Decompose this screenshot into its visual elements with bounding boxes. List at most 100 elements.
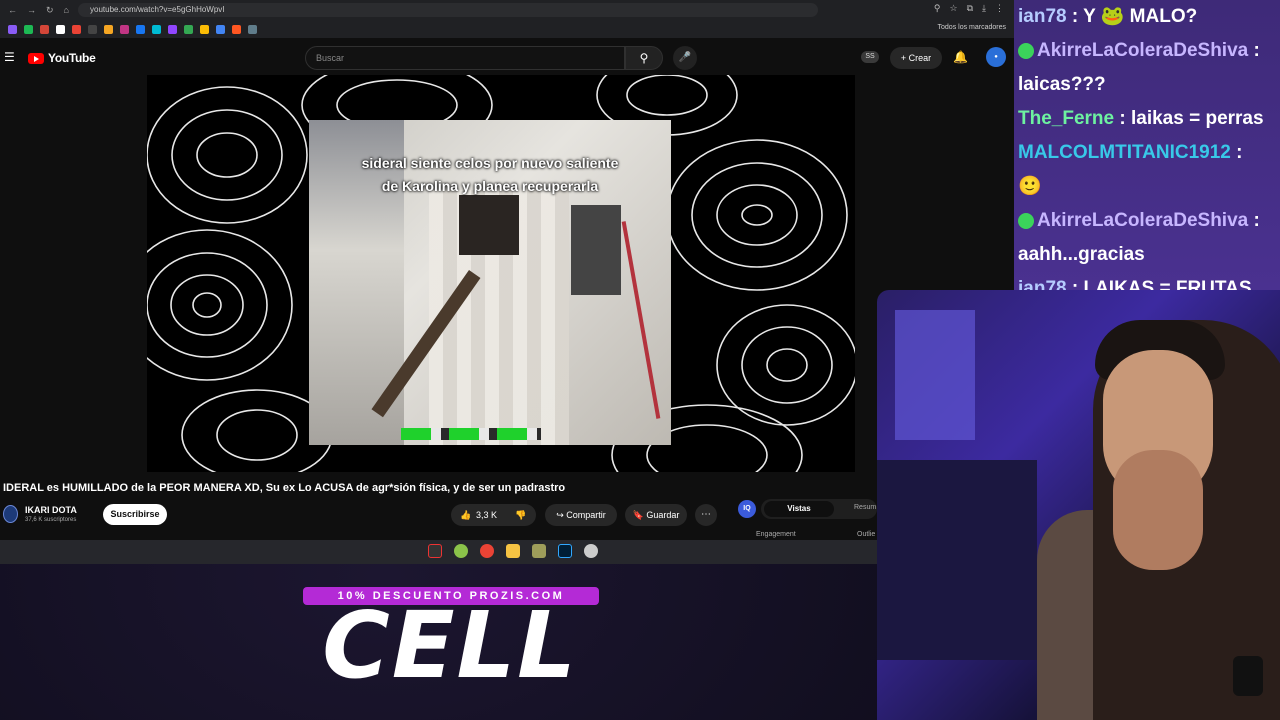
- like-icon[interactable]: 👍: [460, 504, 471, 526]
- red-cable: [621, 221, 661, 419]
- menu-hamburger-icon[interactable]: ☰: [4, 50, 15, 64]
- caption-line-1: sideral siente celos por nuevo saliente: [361, 155, 619, 171]
- create-label: Crear: [908, 53, 932, 63]
- folder-icon[interactable]: [506, 544, 520, 558]
- forward-icon[interactable]: →: [27, 5, 36, 15]
- bookmark-icon[interactable]: [232, 24, 241, 34]
- chat-badge-icon: [1018, 212, 1034, 229]
- bookmark-icon[interactable]: [184, 24, 193, 34]
- zoom-icon[interactable]: ⚲: [934, 3, 941, 14]
- caption-line-2: de Karolina y planea recuperarla: [381, 178, 599, 194]
- subscribe-button[interactable]: Suscribirse: [103, 504, 167, 525]
- save-button[interactable]: 🔖 Guardar: [625, 504, 687, 526]
- like-count[interactable]: 3,3 K: [476, 504, 497, 526]
- app-icon[interactable]: [532, 544, 546, 558]
- share-label: Compartir: [566, 510, 606, 520]
- window-light: [895, 310, 975, 440]
- all-bookmarks-label[interactable]: Todos los marcadores: [938, 24, 1006, 31]
- channel-name[interactable]: IKARI DOTA: [25, 505, 77, 515]
- chat-text: LAIKAS = FRUTAS: [1083, 278, 1252, 290]
- bookmark-icon[interactable]: [8, 24, 17, 34]
- chat-username: AkirreLaColeraDeShiva: [1037, 210, 1249, 231]
- save-label: Guardar: [646, 510, 680, 520]
- bookmark-icon[interactable]: [120, 24, 129, 34]
- taskbar: [0, 540, 877, 564]
- dislike-icon[interactable]: 👎: [515, 504, 526, 526]
- create-button[interactable]: + Crear: [890, 47, 942, 69]
- browser-action-icons: ⚲ ☆ ⧉ ⤓ ⋮: [934, 3, 1004, 14]
- video-caption: sideral siente celos por nuevo saliente …: [309, 152, 671, 198]
- bookmark-icon[interactable]: [40, 24, 49, 34]
- chat-message: AkirreLaColeraDeShiva : laicas???: [1018, 40, 1260, 95]
- bookmark-icon[interactable]: [216, 24, 225, 34]
- like-dislike-group: 👍 3,3 K 👎: [451, 504, 536, 526]
- channel-avatar[interactable]: [3, 505, 18, 523]
- chat-username: The_Ferne: [1018, 108, 1115, 129]
- chat-text: Y 🐸 MALO?: [1083, 6, 1198, 27]
- bookmark-icon[interactable]: [72, 24, 81, 34]
- address-bar[interactable]: youtube.com/watch?v=e5gGhHoWpvI: [78, 3, 818, 17]
- bookmark-icon[interactable]: [136, 24, 145, 34]
- chat-text: laikas = perras: [1130, 108, 1264, 129]
- stream-scene: ← → ↻ ⌂ youtube.com/watch?v=e5gGhHoWpvI …: [0, 0, 1280, 720]
- bookmark-icon[interactable]: [152, 24, 161, 34]
- chat-username: AkirreLaColeraDeShiva: [1037, 40, 1249, 61]
- star-icon[interactable]: ☆: [950, 3, 958, 14]
- video-title: IDERAL es HUMILLADO de la PEOR MANERA XD…: [3, 482, 566, 494]
- notifications-bell-icon[interactable]: 🔔: [953, 50, 968, 64]
- search-icon[interactable]: ⚲: [625, 46, 663, 70]
- chat-message: MALCOLMTITANIC1912 : 🙂: [1018, 142, 1243, 197]
- tab-resumen[interactable]: Resum: [854, 504, 876, 511]
- photoshop-icon[interactable]: [558, 544, 572, 558]
- youtube-logo[interactable]: YouTube: [28, 51, 96, 65]
- more-options-icon[interactable]: ⋯: [695, 504, 717, 526]
- chat-username: ian78: [1018, 6, 1067, 27]
- back-icon[interactable]: ←: [8, 5, 17, 15]
- webcam-feed: [877, 290, 1280, 720]
- bookmarks-bar: Todos los marcadores: [0, 20, 1014, 38]
- chat-username: MALCOLMTITANIC1912: [1018, 142, 1231, 163]
- watch: [1233, 656, 1263, 696]
- bookmark-icon[interactable]: [200, 24, 209, 34]
- chat-text: laicas???: [1018, 74, 1106, 95]
- pixelated-head: [459, 195, 519, 255]
- account-avatar[interactable]: ●: [986, 47, 1006, 67]
- chat-badge-icon: [1018, 42, 1034, 59]
- chat-text: aahh...gracias: [1018, 244, 1145, 265]
- bookmark-icon[interactable]: [88, 24, 97, 34]
- bookmark-icon[interactable]: [24, 24, 33, 34]
- chrome-icon[interactable]: [480, 544, 494, 558]
- chat-message: The_Ferne : laikas = perras: [1018, 108, 1264, 129]
- bookmark-icon[interactable]: [248, 24, 257, 34]
- app-icon[interactable]: [584, 544, 598, 558]
- video-frame: sideral siente celos por nuevo saliente …: [309, 120, 671, 445]
- ss-badge[interactable]: SS: [861, 51, 879, 63]
- app-icon[interactable]: [428, 544, 442, 558]
- chat-message: ian78 : Y 🐸 MALO?: [1018, 6, 1198, 27]
- chat-message: ian78 : LAIKAS = FRUTAS: [1018, 272, 1276, 290]
- home-icon[interactable]: ⌂: [64, 5, 69, 15]
- app-icon[interactable]: [454, 544, 468, 558]
- reload-icon[interactable]: ↻: [46, 5, 54, 16]
- download-icon[interactable]: ⤓: [982, 3, 986, 14]
- bookmark-icon[interactable]: [56, 24, 65, 34]
- share-button[interactable]: ↪ Compartir: [545, 504, 617, 526]
- taskbar-icons: [428, 544, 598, 558]
- browser-window: ← → ↻ ⌂ youtube.com/watch?v=e5gGhHoWpvI …: [0, 0, 1014, 562]
- extension-icon[interactable]: IQ: [738, 500, 756, 518]
- tab-vistas[interactable]: Vistas: [764, 501, 834, 517]
- room-door: [571, 205, 621, 295]
- search-input[interactable]: Buscar: [305, 46, 625, 70]
- chat-username: ian78: [1018, 278, 1067, 290]
- extensions-icon[interactable]: ⧉: [967, 3, 973, 14]
- chat-emote-icon: 🙂: [1018, 176, 1042, 197]
- channel-subscribers: 37,6 K suscriptores: [25, 517, 77, 523]
- shelf: [877, 460, 1037, 660]
- youtube-wordmark: YouTube: [48, 51, 96, 65]
- youtube-play-icon: [28, 52, 44, 64]
- mic-icon[interactable]: 🎤: [673, 46, 697, 70]
- streamer-hand: [1113, 450, 1203, 570]
- menu-icon[interactable]: ⋮: [995, 3, 1004, 14]
- bookmark-icon[interactable]: [104, 24, 113, 34]
- bookmark-icon[interactable]: [168, 24, 177, 34]
